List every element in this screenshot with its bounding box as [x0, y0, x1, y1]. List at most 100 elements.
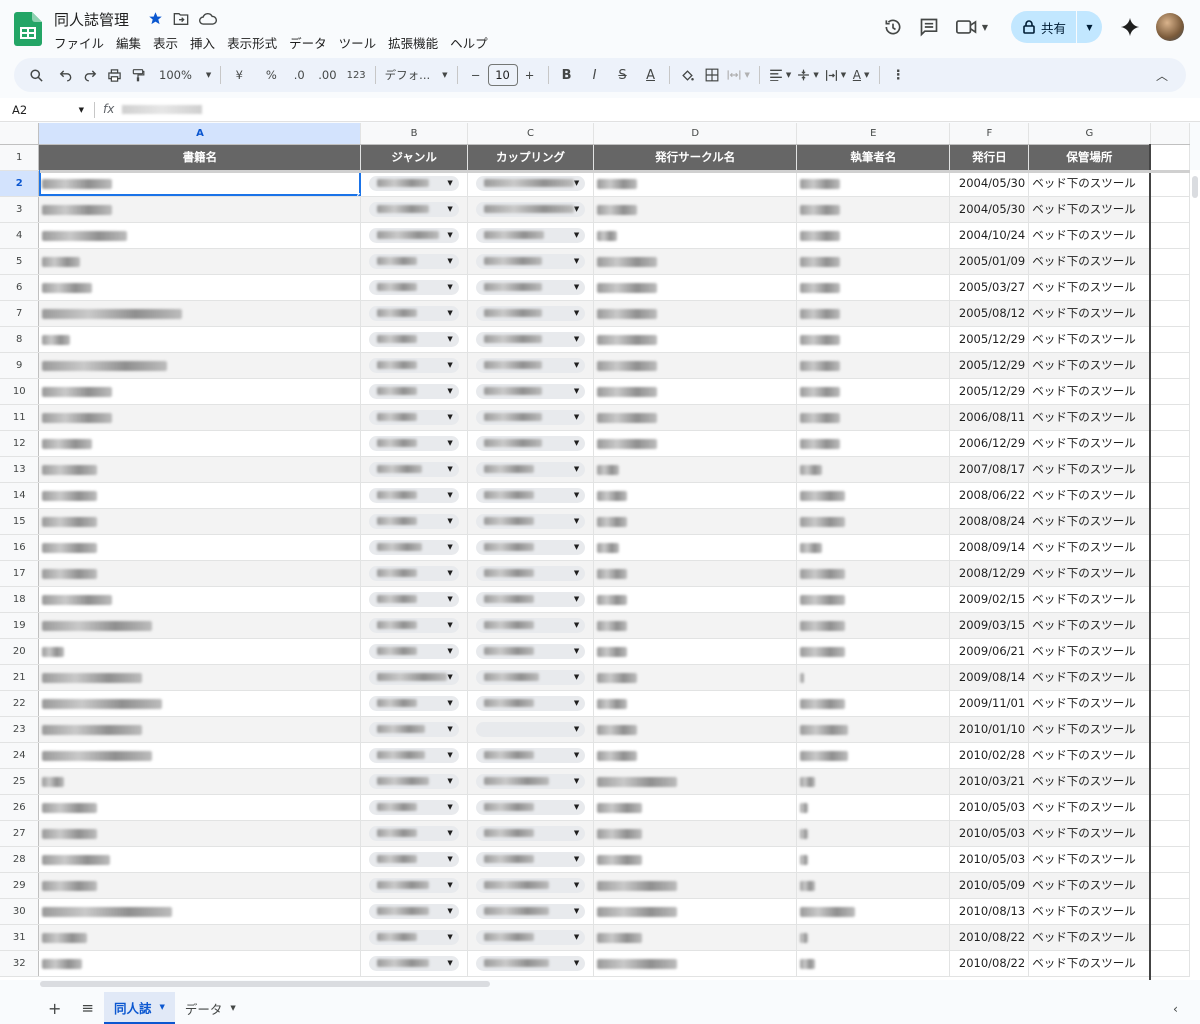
empty-cell[interactable]: [1150, 248, 1190, 275]
cell-circle[interactable]: [593, 716, 798, 743]
cell-circle[interactable]: [593, 300, 798, 327]
cell-title[interactable]: [38, 794, 362, 821]
cell-author[interactable]: [796, 898, 951, 925]
cell-pairing[interactable]: ▼: [467, 924, 595, 951]
empty-cell[interactable]: [1150, 872, 1190, 899]
dropdown-chip[interactable]: ▼: [475, 669, 586, 685]
dropdown-chip[interactable]: ▼: [475, 747, 586, 763]
formula-input[interactable]: [122, 105, 202, 114]
zoom-select[interactable]: 100% ▼: [156, 62, 214, 88]
cell-title[interactable]: [38, 690, 362, 717]
header-date[interactable]: 発行日: [949, 144, 1030, 171]
dropdown-chip[interactable]: ▼: [475, 591, 586, 607]
horizontal-align-button[interactable]: ▼: [766, 62, 794, 88]
cloud-status-icon[interactable]: [199, 12, 217, 25]
cell-pairing[interactable]: ▼: [467, 950, 595, 977]
name-box[interactable]: A2 ▼: [12, 103, 84, 117]
increase-decimal-button[interactable]: .00: [315, 62, 339, 88]
cell-pairing[interactable]: ▼: [467, 508, 595, 535]
cell-title[interactable]: [38, 352, 362, 379]
dropdown-chip[interactable]: ▼: [369, 877, 459, 893]
column-header-f[interactable]: F: [949, 123, 1030, 145]
cell-circle[interactable]: [593, 690, 798, 717]
cell-date[interactable]: 2009/03/15: [949, 612, 1030, 639]
cell-title[interactable]: [38, 742, 362, 769]
decrease-decimal-button[interactable]: .0: [287, 62, 311, 88]
add-sheet-button[interactable]: +: [38, 992, 71, 1024]
strikethrough-button[interactable]: S: [611, 62, 635, 88]
cell-title[interactable]: [38, 664, 362, 691]
row-number[interactable]: 26: [0, 794, 40, 821]
dropdown-chip[interactable]: ▼: [369, 253, 459, 269]
empty-cell[interactable]: [1150, 378, 1190, 405]
gemini-button[interactable]: [1112, 11, 1148, 43]
cell-genre[interactable]: ▼: [360, 378, 468, 405]
row-number[interactable]: 7: [0, 300, 40, 327]
all-sheets-button[interactable]: ≡: [71, 992, 104, 1024]
dropdown-chip[interactable]: ▼: [369, 695, 459, 711]
sheets-logo-icon[interactable]: [14, 12, 42, 46]
version-history-button[interactable]: [875, 11, 911, 43]
empty-cell[interactable]: [1150, 456, 1190, 483]
cell-pairing[interactable]: ▼: [467, 404, 595, 431]
dropdown-chip[interactable]: ▼: [475, 409, 586, 425]
row-number[interactable]: 12: [0, 430, 40, 457]
empty-cell[interactable]: [1150, 326, 1190, 353]
cell-location[interactable]: ベッド下のスツール: [1028, 430, 1151, 457]
cell-location[interactable]: ベッド下のスツール: [1028, 586, 1151, 613]
cell-genre[interactable]: ▼: [360, 222, 468, 249]
cell-date[interactable]: 2010/08/22: [949, 924, 1030, 951]
cell-date[interactable]: 2008/08/24: [949, 508, 1030, 535]
dropdown-chip[interactable]: ▼: [369, 461, 459, 477]
cell-author[interactable]: [796, 794, 951, 821]
dropdown-chip[interactable]: ▼: [369, 487, 459, 503]
column-header-e[interactable]: E: [796, 123, 951, 145]
cell-circle[interactable]: [593, 508, 798, 535]
dropdown-chip[interactable]: ▼: [475, 721, 586, 737]
dropdown-chip[interactable]: ▼: [369, 721, 459, 737]
cell-title[interactable]: [38, 248, 362, 275]
empty-cell[interactable]: [1150, 846, 1190, 873]
cell-location[interactable]: ベッド下のスツール: [1028, 404, 1151, 431]
cell-date[interactable]: 2004/10/24: [949, 222, 1030, 249]
dropdown-chip[interactable]: ▼: [369, 955, 459, 971]
cell-circle[interactable]: [593, 950, 798, 977]
cell-circle[interactable]: [593, 794, 798, 821]
cell-circle[interactable]: [593, 352, 798, 379]
cell-circle[interactable]: [593, 248, 798, 275]
empty-cell[interactable]: [1150, 482, 1190, 509]
cell-circle[interactable]: [593, 274, 798, 301]
empty-cell[interactable]: [1150, 898, 1190, 925]
cell-genre[interactable]: ▼: [360, 846, 468, 873]
borders-button[interactable]: [700, 62, 724, 88]
cell-date[interactable]: 2006/12/29: [949, 430, 1030, 457]
text-color-button[interactable]: A: [639, 62, 663, 88]
cell-pairing[interactable]: ▼: [467, 482, 595, 509]
cell-genre[interactable]: ▼: [360, 534, 468, 561]
cell-circle[interactable]: [593, 872, 798, 899]
cell-circle[interactable]: [593, 404, 798, 431]
dropdown-chip[interactable]: ▼: [475, 461, 586, 477]
dropdown-chip[interactable]: ▼: [475, 201, 586, 217]
cell-title[interactable]: [38, 638, 362, 665]
row-number[interactable]: 11: [0, 404, 40, 431]
dropdown-chip[interactable]: ▼: [369, 227, 459, 243]
empty-cell[interactable]: [1150, 196, 1190, 223]
dropdown-chip[interactable]: ▼: [369, 929, 459, 945]
dropdown-chip[interactable]: ▼: [369, 435, 459, 451]
cell-circle[interactable]: [593, 430, 798, 457]
empty-cell[interactable]: [1150, 430, 1190, 457]
cell-genre[interactable]: ▼: [360, 274, 468, 301]
cell-location[interactable]: ベッド下のスツール: [1028, 534, 1151, 561]
dropdown-chip[interactable]: ▼: [475, 487, 586, 503]
row-number[interactable]: 13: [0, 456, 40, 483]
cell-location[interactable]: ベッド下のスツール: [1028, 898, 1151, 925]
cell-genre[interactable]: ▼: [360, 326, 468, 353]
row-number[interactable]: 1: [0, 144, 40, 171]
cell-date[interactable]: 2010/01/10: [949, 716, 1030, 743]
cell-date[interactable]: 2008/06/22: [949, 482, 1030, 509]
column-header-g[interactable]: G: [1028, 123, 1151, 145]
cell-author[interactable]: [796, 300, 951, 327]
row-number[interactable]: 30: [0, 898, 40, 925]
cell-location[interactable]: ベッド下のスツール: [1028, 612, 1151, 639]
